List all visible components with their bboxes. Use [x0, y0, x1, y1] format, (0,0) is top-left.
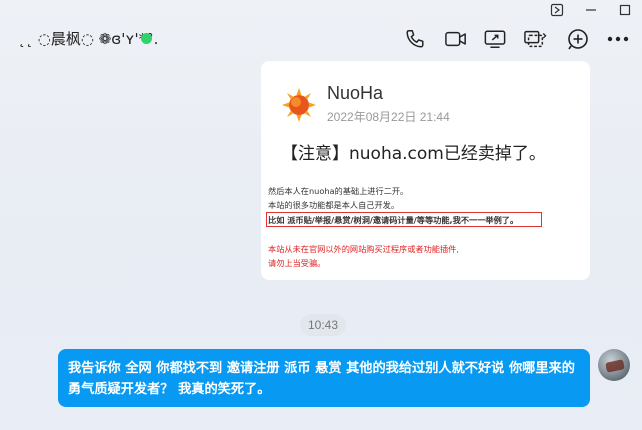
- video-icon[interactable]: [443, 26, 469, 52]
- screen-share-icon[interactable]: [482, 26, 508, 52]
- nuoha-logo-icon: [281, 87, 317, 123]
- pin-icon[interactable]: [540, 0, 574, 20]
- remote-control-icon[interactable]: [522, 26, 548, 52]
- phone-icon[interactable]: [402, 26, 428, 52]
- online-status-dot: [141, 33, 152, 44]
- window-controls: [540, 0, 642, 20]
- body-line: 然后本人在nuoha的基础上进行二开。: [268, 186, 409, 196]
- post-date: 2022年08月22日 21:44: [327, 110, 450, 124]
- shared-image-message[interactable]: NuoHa 2022年08月22日 21:44 【注意】nuoha.com已经卖…: [261, 61, 590, 280]
- site-name: NuoHa: [327, 83, 384, 103]
- outgoing-message-bubble[interactable]: 我告诉你 全网 你都找不到 邀请注册 派币 悬赏 其他的我给过别人就不好说 你哪…: [58, 349, 590, 407]
- chat-header: ˛˛ ◌晨枫◌ ❁ɞ'ʏ'*°.: [0, 20, 642, 62]
- body-line-highlighted: 比如 派币贴/举报/悬赏/树洞/邀请码计量/等等功能,我不一一举例了。: [268, 215, 519, 225]
- warning-line: 本站从未在官网以外的网站购买过程序或者功能插件,: [268, 244, 459, 254]
- warning-line: 请勿上当受骗。: [268, 258, 326, 268]
- message-timestamp: 10:43: [300, 314, 346, 336]
- avatar[interactable]: [598, 349, 630, 381]
- add-member-icon[interactable]: [565, 26, 591, 52]
- notice-heading: 【注意】nuoha.com已经卖掉了。: [281, 144, 546, 164]
- chat-title[interactable]: ˛˛ ◌晨枫◌ ❁ɞ'ʏ'*°.: [18, 28, 158, 49]
- more-icon[interactable]: [605, 26, 631, 52]
- body-line: 本站的很多功能都是本人自己开发。: [268, 200, 400, 210]
- maximize-icon[interactable]: [608, 0, 642, 20]
- minimize-icon[interactable]: [574, 0, 608, 20]
